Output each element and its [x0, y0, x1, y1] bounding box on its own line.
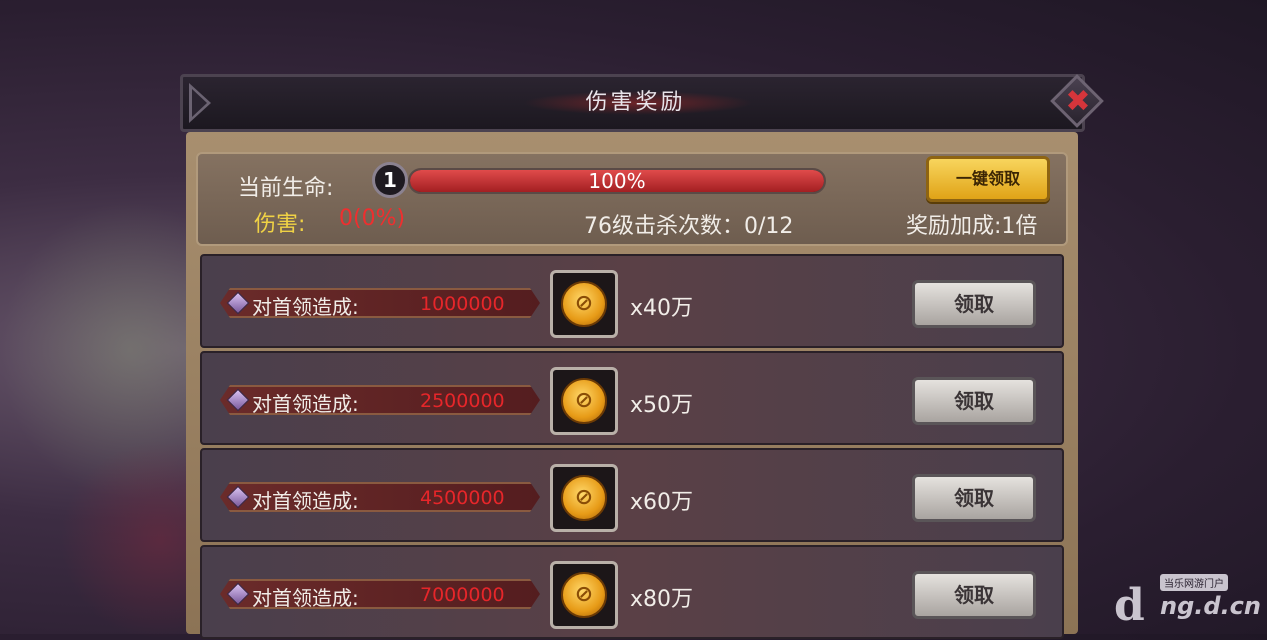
kill-count: 76级击杀次数：0/12 [584, 214, 794, 239]
reward-row: 对首领造成: 1000000 ⊘ x40万 领取 [200, 254, 1064, 348]
claim-button[interactable]: 领取 [912, 280, 1036, 328]
hp-bar: 100% [408, 168, 826, 194]
damage-reward-dialog: 伤害奖励 ✖ 当前生命: 100% 1 伤害: 0(0%) 76级击杀次数：0/… [180, 74, 1104, 639]
reward-row: 对首领造成: 4500000 ⊘ x60万 领取 [200, 448, 1064, 542]
close-icon: ✖ [1065, 84, 1091, 119]
hp-layer-badge: 1 [372, 162, 408, 198]
reward-condition-label: 对首领造成: [252, 489, 359, 513]
reward-damage-threshold: 1000000 [420, 293, 505, 315]
reward-item-slot[interactable]: ⊘ [550, 561, 618, 629]
gold-coin-icon: ⊘ [561, 572, 607, 618]
watermark-tag: 当乐网游门户 [1160, 574, 1228, 591]
reward-damage-threshold: 4500000 [420, 487, 505, 509]
reward-damage-threshold: 7000000 [420, 584, 505, 606]
hp-percent: 100% [588, 169, 646, 193]
reward-item-slot[interactable]: ⊘ [550, 367, 618, 435]
claim-all-button[interactable]: 一键领取 [926, 156, 1050, 202]
damage-value: 0(0%) [339, 206, 406, 231]
watermark: d 当乐网游门户 ng.d.cn [1114, 574, 1264, 632]
gold-coin-icon: ⊘ [561, 475, 607, 521]
reward-damage-threshold: 2500000 [420, 390, 505, 412]
gold-coin-icon: ⊘ [561, 281, 607, 327]
boss-info-panel: 当前生命: 100% 1 伤害: 0(0%) 76级击杀次数：0/12 一键领取… [196, 152, 1068, 246]
watermark-site: ng.d.cn [1160, 592, 1261, 620]
claim-button[interactable]: 领取 [912, 474, 1036, 522]
reward-item-slot[interactable]: ⊘ [550, 464, 618, 532]
dialog-body: 当前生命: 100% 1 伤害: 0(0%) 76级击杀次数：0/12 一键领取… [186, 132, 1078, 639]
reward-condition-label: 对首领造成: [252, 295, 359, 319]
gold-coin-icon: ⊘ [561, 378, 607, 424]
reward-condition-label: 对首领造成: [252, 586, 359, 610]
reward-amount: x40万 [630, 296, 694, 321]
dialog-title: 伤害奖励 [585, 90, 686, 115]
reward-item-slot[interactable]: ⊘ [550, 270, 618, 338]
reward-row: 对首领造成: 7000000 ⊘ x80万 领取 [200, 545, 1064, 639]
reward-amount: x60万 [630, 490, 694, 515]
reward-bonus: 奖励加成:1倍 [906, 214, 1038, 239]
reward-amount: x50万 [630, 393, 694, 418]
hp-label: 当前生命: [238, 176, 334, 201]
damage-label: 伤害: [254, 212, 306, 237]
claim-button[interactable]: 领取 [912, 571, 1036, 619]
reward-row: 对首领造成: 2500000 ⊘ x50万 领取 [200, 351, 1064, 445]
reward-amount: x80万 [630, 587, 694, 612]
close-button[interactable]: ✖ [1050, 74, 1104, 128]
watermark-logo: d [1114, 580, 1145, 631]
title-bar: 伤害奖励 [180, 74, 1085, 132]
reward-condition-label: 对首领造成: [252, 392, 359, 416]
claim-button[interactable]: 领取 [912, 377, 1036, 425]
